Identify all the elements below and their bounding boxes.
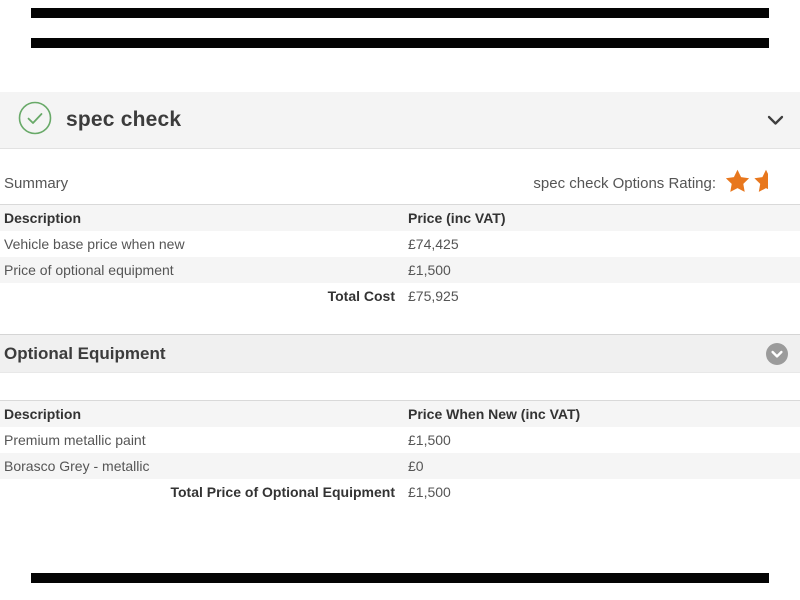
- column-header-price-when-new: Price When New (inc VAT): [404, 406, 800, 422]
- summary-table-header-row: Description Price (inc VAT): [0, 205, 800, 231]
- optional-equipment-total-row: Total Price of Optional Equipment £1,500: [0, 479, 800, 505]
- summary-heading: Summary: [4, 175, 68, 192]
- column-header-description: Description: [0, 210, 404, 226]
- cell-price: £74,425: [404, 236, 800, 252]
- optional-equipment-table-header-row: Description Price When New (inc VAT): [0, 401, 800, 427]
- options-rating: spec check Options Rating:: [533, 169, 768, 198]
- table-row: Price of optional equipment £1,500: [0, 257, 800, 283]
- star-icon: [725, 169, 750, 198]
- total-label: Total Cost: [0, 288, 404, 304]
- cell-description: Vehicle base price when new: [0, 236, 404, 252]
- ad-placeholder-bar-bottom: [31, 573, 769, 583]
- optional-equipment-section-header[interactable]: Optional Equipment: [0, 334, 800, 373]
- circle-check-icon: [18, 101, 52, 140]
- spec-check-accordion-header[interactable]: spec check: [0, 92, 800, 149]
- chevron-down-circle-icon[interactable]: [766, 343, 788, 365]
- cell-price: £1,500: [404, 432, 800, 448]
- column-header-price: Price (inc VAT): [404, 210, 800, 226]
- star-rating: [725, 169, 768, 198]
- table-row: Borasco Grey - metallic £0: [0, 453, 800, 479]
- cell-price: £0: [404, 458, 800, 474]
- table-row: Vehicle base price when new £74,425: [0, 231, 800, 257]
- ad-placeholder-bar-top-2: [31, 38, 769, 48]
- page-title: spec check: [66, 108, 181, 132]
- column-header-description: Description: [0, 406, 404, 422]
- cell-price: £1,500: [404, 262, 800, 278]
- summary-total-row: Total Cost £75,925: [0, 283, 800, 309]
- total-value: £1,500: [404, 484, 800, 500]
- options-rating-label: spec check Options Rating:: [533, 175, 716, 192]
- optional-equipment-table: Description Price When New (inc VAT) Pre…: [0, 400, 800, 505]
- total-value: £75,925: [404, 288, 800, 304]
- optional-equipment-heading: Optional Equipment: [4, 344, 166, 364]
- table-row: Premium metallic paint £1,500: [0, 427, 800, 453]
- cell-description: Borasco Grey - metallic: [0, 458, 404, 474]
- spec-check-page: spec check Summary spec check Options Ra…: [0, 0, 800, 600]
- total-label: Total Price of Optional Equipment: [0, 484, 404, 500]
- ad-placeholder-bar-top-1: [31, 8, 769, 18]
- chevron-down-icon[interactable]: [767, 115, 784, 126]
- cell-description: Premium metallic paint: [0, 432, 404, 448]
- summary-header-row: Summary spec check Options Rating:: [4, 169, 768, 197]
- cell-description: Price of optional equipment: [0, 262, 404, 278]
- star-half-icon: [754, 169, 768, 198]
- summary-table: Description Price (inc VAT) Vehicle base…: [0, 204, 800, 309]
